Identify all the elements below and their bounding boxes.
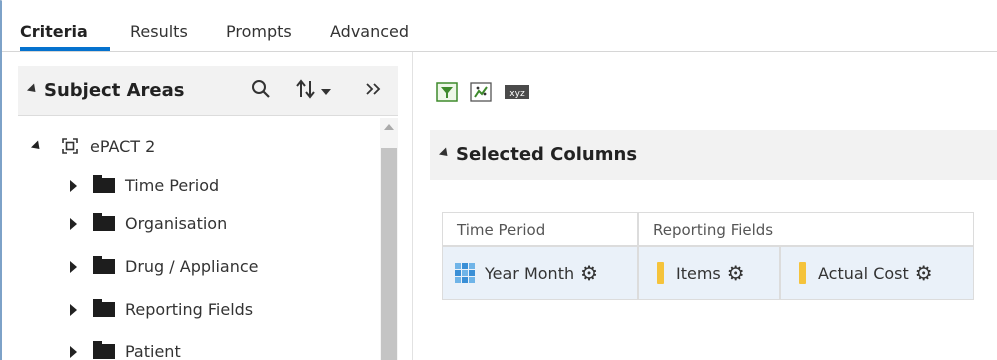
dropdown-icon[interactable] [320, 80, 332, 104]
subject-area-tree: ePACT 2 Time Period Organisation Drug / … [18, 118, 380, 360]
gear-icon[interactable]: ⚙ [727, 263, 745, 283]
collapse-triangle-icon [26, 82, 40, 96]
column-items[interactable]: Items ⚙ [638, 246, 780, 300]
tree-scrollbar[interactable] [380, 118, 398, 360]
tree-folder-time-period[interactable]: Time Period [70, 175, 219, 195]
tab-results[interactable]: Results [130, 22, 188, 41]
expand-arrow-icon[interactable] [70, 345, 77, 358]
expand-arrow-icon[interactable] [70, 179, 77, 192]
expand-arrow-icon[interactable] [70, 260, 77, 273]
subject-areas-title[interactable]: Subject Areas [26, 80, 184, 101]
measure-icon [657, 262, 664, 284]
folder-icon [93, 256, 115, 274]
folder-icon [93, 213, 115, 231]
attribute-grid-icon [455, 263, 475, 283]
tree-folder-organisation[interactable]: Organisation [70, 213, 227, 233]
tree-root-epact2[interactable]: ePACT 2 [30, 136, 155, 156]
expand-arrow-icon[interactable] [70, 303, 77, 316]
subject-area-icon [60, 136, 80, 156]
subject-areas-header: Subject Areas [18, 66, 398, 116]
column-year-month[interactable]: Year Month ⚙ [442, 246, 638, 300]
collapse-triangle-icon [438, 146, 452, 160]
search-icon[interactable] [250, 78, 272, 105]
tab-criteria[interactable]: Criteria [20, 22, 88, 41]
tree-folder-drug-appliance[interactable]: Drug / Appliance [70, 256, 259, 276]
collapse-panel-icon[interactable] [364, 78, 384, 105]
selected-columns-title[interactable]: Selected Columns [438, 144, 637, 165]
filter-icon[interactable] [436, 82, 458, 102]
scroll-up-icon[interactable] [384, 124, 394, 130]
collapse-arrow-icon[interactable] [30, 139, 44, 153]
tree-folder-patient[interactable]: Patient [70, 341, 181, 360]
tab-prompts[interactable]: Prompts [226, 22, 292, 41]
panel-divider [412, 52, 413, 360]
active-tab-indicator [20, 47, 110, 51]
column-actual-cost[interactable]: Actual Cost ⚙ [780, 246, 974, 300]
xyz-icon[interactable]: xyz [504, 82, 530, 102]
gear-icon[interactable]: ⚙ [915, 263, 933, 283]
expand-arrow-icon[interactable] [70, 217, 77, 230]
svg-text:xyz: xyz [509, 89, 525, 99]
scrollbar-thumb[interactable] [381, 148, 397, 360]
column-group-time-period: Time Period [442, 212, 638, 246]
measure-icon [799, 262, 806, 284]
gear-icon[interactable]: ⚙ [580, 263, 598, 283]
folder-icon [93, 175, 115, 193]
column-group-reporting-fields: Reporting Fields [638, 212, 974, 246]
sort-icon[interactable] [294, 78, 318, 105]
folder-icon [93, 299, 115, 317]
tab-bar: Criteria Results Prompts Advanced [2, 0, 997, 52]
tree-folder-reporting-fields[interactable]: Reporting Fields [70, 299, 253, 319]
selected-columns-header: Selected Columns [430, 130, 997, 180]
tab-advanced[interactable]: Advanced [330, 22, 409, 41]
edit-formula-icon[interactable] [470, 82, 492, 102]
folder-icon [93, 341, 115, 359]
